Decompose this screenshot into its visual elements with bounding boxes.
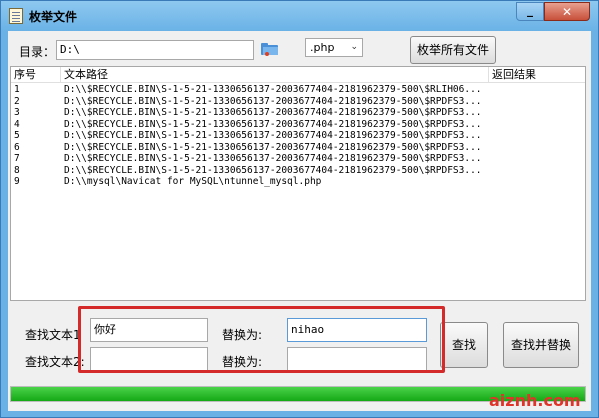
row-path: D:\\$RECYCLE.BIN\S-1-5-21-1330656137-200… — [64, 84, 482, 95]
table-row[interactable]: 3 D:\\$RECYCLE.BIN\S-1-5-21-1330656137-20… — [11, 107, 585, 119]
close-icon: ✕ — [561, 5, 573, 19]
table-row[interactable]: 4 D:\\$RECYCLE.BIN\S-1-5-21-1330656137-20… — [11, 118, 585, 131]
app-window: 枚举文件 _ ✕ 目录： D:\ .php ⌄ 枚举所有文件 序号 文本路径 返… — [0, 0, 599, 418]
find-button[interactable]: 查找 — [440, 322, 488, 368]
document-icon — [9, 8, 23, 24]
row-index: 7 — [14, 153, 20, 164]
row-result — [492, 153, 584, 165]
title-bar[interactable]: 枚举文件 _ ✕ — [1, 1, 598, 31]
directory-label: 目录： — [19, 45, 56, 59]
extension-select-value: .php — [310, 41, 335, 54]
table-row[interactable]: 1 D:\\$RECYCLE.BIN\S-1-5-21-1330656137-20… — [11, 84, 585, 96]
row-path: D:\\$RECYCLE.BIN\S-1-5-21-1330656137-200… — [64, 141, 482, 153]
browse-folder-icon[interactable] — [260, 42, 280, 56]
row-index: 2 — [14, 95, 20, 107]
row-result — [492, 176, 584, 188]
row-result — [492, 142, 584, 154]
table-row[interactable]: 5 D:\\$RECYCLE.BIN\S-1-5-21-1330656137-20… — [11, 130, 585, 142]
row-path: D:\\$RECYCLE.BIN\S-1-5-21-1330656137-200… — [64, 164, 482, 176]
row-result — [492, 119, 584, 131]
row-index: 1 — [14, 84, 20, 95]
table-row[interactable]: 6 D:\\$RECYCLE.BIN\S-1-5-21-1330656137-20… — [11, 141, 585, 154]
row-path: D:\\$RECYCLE.BIN\S-1-5-21-1330656137-200… — [64, 130, 482, 141]
find-text-1-label: 查找文本1 — [25, 328, 81, 342]
table-row[interactable]: 9 D:\\mysql\Navicat for MySQL\ntunnel_mys… — [11, 176, 585, 188]
row-index: 3 — [14, 107, 20, 118]
extension-select[interactable]: .php ⌄ — [305, 38, 363, 57]
close-button[interactable]: ✕ — [544, 2, 590, 21]
minimize-button[interactable]: _ — [516, 2, 544, 21]
find-and-replace-button[interactable]: 查找并替换 — [503, 322, 579, 368]
client-area: 目录： D:\ .php ⌄ 枚举所有文件 序号 文本路径 返回结果 1 D:\\… — [8, 31, 591, 411]
row-path: D:\\$RECYCLE.BIN\S-1-5-21-1330656137-200… — [64, 153, 482, 164]
table-row[interactable]: 2 D:\\$RECYCLE.BIN\S-1-5-21-1330656137-20… — [11, 95, 585, 108]
row-result — [492, 130, 584, 142]
file-list[interactable]: 序号 文本路径 返回结果 1 D:\\$RECYCLE.BIN\S-1-5-21-… — [10, 66, 586, 301]
row-index: 9 — [14, 176, 20, 187]
row-index: 8 — [14, 164, 20, 176]
row-result — [492, 107, 584, 119]
row-index: 6 — [14, 141, 20, 153]
row-path: D:\\$RECYCLE.BIN\S-1-5-21-1330656137-200… — [64, 95, 482, 107]
directory-input[interactable]: D:\ — [56, 40, 254, 60]
row-result — [492, 165, 584, 177]
column-result[interactable]: 返回结果 — [489, 67, 585, 83]
enumerate-all-button[interactable]: 枚举所有文件 — [410, 36, 496, 64]
row-path: D:\\$RECYCLE.BIN\S-1-5-21-1330656137-200… — [64, 107, 482, 118]
table-row[interactable]: 8 D:\\$RECYCLE.BIN\S-1-5-21-1330656137-20… — [11, 164, 585, 177]
find-text-2-label: 查找文本2: — [25, 355, 85, 369]
watermark-logo: aiznh.com — [489, 391, 581, 410]
row-result — [492, 84, 584, 96]
column-index[interactable]: 序号 — [11, 67, 61, 83]
row-index: 5 — [14, 130, 20, 141]
list-header: 序号 文本路径 返回结果 — [11, 67, 585, 83]
minimize-icon: _ — [527, 3, 533, 17]
window-title: 枚举文件 — [29, 10, 78, 24]
chevron-down-icon: ⌄ — [350, 42, 358, 52]
table-row[interactable]: 7 D:\\$RECYCLE.BIN\S-1-5-21-1330656137-20… — [11, 153, 585, 165]
row-result — [492, 96, 584, 108]
row-index: 4 — [14, 118, 20, 130]
row-path: D:\\$RECYCLE.BIN\S-1-5-21-1330656137-200… — [64, 118, 482, 130]
highlight-annotation — [78, 306, 445, 373]
row-path: D:\\mysql\Navicat for MySQL\ntunnel_mysq… — [64, 176, 322, 187]
column-path[interactable]: 文本路径 — [61, 67, 489, 83]
